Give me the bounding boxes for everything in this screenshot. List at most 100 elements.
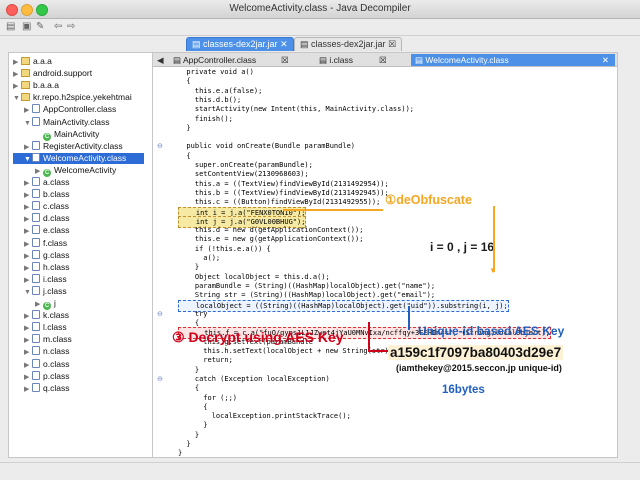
expanded-arrow-icon[interactable]: ▼ [13,93,21,104]
tree-item[interactable]: ▶ m.class [24,334,72,345]
tree-item[interactable]: ▶ RegisterActivity.class [24,140,123,153]
collapsed-arrow-icon[interactable]: ▶ [24,263,32,274]
package-icon [21,93,30,102]
connector-orange-line [493,206,495,272]
collapsed-arrow-icon[interactable]: ▶ [24,335,32,346]
close-icon[interactable]: ✕ [280,39,288,49]
tree-item[interactable]: ▶ Cj [35,298,56,310]
class-file-icon [32,346,40,356]
tree-item[interactable]: ▶ android.support [13,68,92,79]
tree-item[interactable]: ▶ k.class [24,310,69,321]
collapsed-arrow-icon[interactable]: ▶ [24,178,32,189]
connector-blue-line [408,306,410,330]
back-icon[interactable]: ⇦ [54,21,62,32]
close-icon[interactable]: ☒ [388,39,396,49]
tree-item[interactable]: ▶ AppController.class [24,104,116,115]
collapsed-arrow-icon[interactable]: ▶ [24,275,32,286]
collapsed-arrow-icon[interactable]: ▶ [24,360,32,371]
window-title: WelcomeActivity.class - Java Decompiler [229,3,411,14]
file-tab-active[interactable]: ▤ classes-dex2jar.jar ✕ [186,37,294,51]
tree-item-label: d.class [43,213,70,224]
class-file-icon: ▤ [173,55,183,65]
connector-red-horizontal [368,350,388,352]
close-icon[interactable]: ☒ [281,54,289,66]
code-line: } [178,123,191,132]
tree-item-label: k.class [43,310,69,321]
collapsed-arrow-icon[interactable]: ▶ [24,142,32,153]
tree-item[interactable]: ▼ kr.repo.h2spice.yekehtmai [13,92,132,103]
tree-item[interactable]: ▶ b.a.a.a [13,80,59,91]
tree-item-label: o.class [43,358,70,369]
expanded-arrow-icon[interactable]: ▼ [24,118,32,129]
tree-item[interactable]: ▶ e.class [24,225,69,236]
expanded-arrow-icon[interactable]: ▼ [24,154,32,165]
tree-item[interactable]: ▶ d.class [24,213,69,224]
tree-item-label: android.support [33,68,93,79]
tree-item[interactable]: ▶ g.class [24,249,70,262]
tree-item[interactable]: ▶ p.class [24,370,69,383]
tree-item[interactable]: ▶ C WelcomeActivity [35,165,116,177]
close-icon[interactable]: ☒ [379,54,387,66]
collapsed-arrow-icon[interactable]: ▶ [24,251,32,262]
tree-item[interactable]: ▶ o.class [24,358,70,371]
editor-tab[interactable]: ▤ AppController.class [173,54,256,66]
package-icon [21,69,30,78]
tree-item[interactable]: ▶ l.class [24,322,67,333]
file-tab-label: classes-dex2jar.jar [203,39,278,49]
collapsed-arrow-icon[interactable]: ▶ [24,239,32,250]
tree-item[interactable]: C MainActivity [35,129,99,141]
collapsed-arrow-icon[interactable]: ▶ [24,202,32,213]
collapsed-arrow-icon[interactable]: ▶ [13,81,21,92]
tree-item[interactable]: ▶ i.class [24,273,67,286]
tree-item[interactable]: ▼ MainActivity.class [24,116,109,129]
file-tab[interactable]: ▤ classes-dex2jar.jar ☒ [294,37,403,51]
tree-item[interactable]: ▶ a.class [24,177,69,188]
editor-tab[interactable]: ▤ i.class [319,54,353,66]
collapsed-arrow-icon[interactable]: ▶ [24,323,32,334]
bookmark-icon[interactable]: ✎ [36,21,44,32]
collapsed-arrow-icon[interactable]: ▶ [24,214,32,225]
collapsed-arrow-icon[interactable]: ▶ [24,311,32,322]
collapsed-arrow-icon[interactable]: ▶ [13,57,21,68]
tree-item[interactable]: ▶ c.class [24,201,69,212]
open-file-icon[interactable]: ▤ [6,21,15,32]
collapsed-arrow-icon[interactable]: ▶ [24,384,32,395]
tree-item[interactable]: ▶ f.class [24,237,67,250]
code-editor[interactable]: ◀ ▤ AppController.class ☒ ▤ i.class ☒ ▤ … [152,52,618,458]
collapsed-arrow-icon[interactable]: ▶ [35,166,43,177]
collapsed-arrow-icon[interactable]: ▶ [24,347,32,358]
fold-icon[interactable]: ⊖ [157,310,163,318]
class-file-icon [32,273,40,283]
class-file-icon [32,152,40,162]
class-file-icon: ▤ [415,55,426,65]
collapsed-arrow-icon[interactable]: ▶ [13,69,21,80]
tree-item[interactable]: ▼ WelcomeActivity.class [13,152,144,165]
title-bar: WelcomeActivity.class - Java Decompiler [0,0,640,19]
expanded-arrow-icon[interactable]: ▼ [24,287,32,298]
collapsed-arrow-icon[interactable]: ▶ [35,299,43,310]
open-folder-icon[interactable]: ▣ [22,21,31,32]
fold-icon[interactable]: ⊖ [157,142,163,150]
collapsed-arrow-icon[interactable]: ▶ [24,105,32,116]
close-icon[interactable]: ✕ [602,54,609,66]
tree-item-label: g.class [43,249,70,260]
collapsed-arrow-icon[interactable]: ▶ [24,190,32,201]
tree-item[interactable]: ▶ q.class [24,382,69,395]
fold-icon[interactable]: ⊖ [157,375,163,383]
collapsed-arrow-icon[interactable]: ▶ [24,226,32,237]
tree-item-label: m.class [43,334,72,345]
tree-item[interactable]: ▶ h.class [24,261,69,274]
tree-item[interactable]: ▶ b.class [24,189,69,200]
annotation-unique-key: Unique-id based AES Key [418,324,565,338]
tree-item[interactable]: ▼ j.class [24,285,67,298]
collapsed-arrow-icon[interactable]: ▶ [24,372,32,383]
package-tree[interactable]: ▶ a.a.a ▶ android.support ▶ b.a.a.a ▼ kr.repo.h… [8,52,166,458]
class-file-icon [32,116,40,126]
forward-icon[interactable]: ⇨ [67,21,75,32]
connector-red-line [368,322,370,350]
editor-tab-active[interactable]: ▤ WelcomeActivity.class ✕ [411,54,615,66]
scroll-left-icon[interactable]: ◀ [157,54,164,66]
tree-item[interactable]: ▶ n.class [24,346,69,357]
tree-item[interactable]: ▶ a.a.a [13,56,52,67]
tree-item-label: b.a.a.a [33,80,59,91]
